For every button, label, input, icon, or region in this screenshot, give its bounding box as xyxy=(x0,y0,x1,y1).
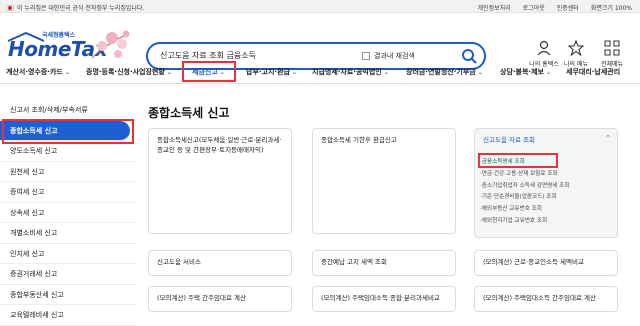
sublist-expense-rate[interactable]: 기준·단순경비율(업종코드) 조회 xyxy=(480,192,569,204)
highlight-box-nav xyxy=(182,61,236,82)
star-icon xyxy=(568,40,584,56)
side-item-securities-tax[interactable]: 증권거래세 신고 xyxy=(0,264,136,285)
side-item-transfer-tax[interactable]: 양도소득세 신고 xyxy=(0,141,136,162)
side-item-stamp-tax[interactable]: 인지세 신고 xyxy=(0,244,136,264)
nav-consultation[interactable]: 상담·불복·제보 ⌄ xyxy=(500,67,551,77)
sublist-sme-reduction[interactable]: 중소기업취업자 소득세 감면명세 조회 xyxy=(480,181,570,193)
nav-tax-agent[interactable]: 세무대리·납세관리 xyxy=(566,67,620,77)
user-icon xyxy=(537,40,551,56)
side-item-consumption-tax[interactable]: 개별소비세 신고 xyxy=(0,223,136,244)
top-links: 개인정보처리 로그아웃 인증센터 화면크기 100% xyxy=(478,3,632,12)
flag-icon xyxy=(6,5,14,11)
card-mock-deemed-rent[interactable]: (모의계산) 주택 간주임대료 계산 xyxy=(148,286,292,312)
top-bar: 이 누리집은 대한민국 공식 전자정부 누리집입니다. 개인정보처리 로그아웃 … xyxy=(0,0,640,13)
chevron-down-icon: ⌄ xyxy=(64,69,70,76)
side-item-inheritance-tax[interactable]: 상속세 신고 xyxy=(0,203,136,223)
privacy-link[interactable]: 개인정보처리 xyxy=(478,3,511,12)
sublist-overseas-company[interactable]: 해외현지기업 교유번호 조회 xyxy=(480,216,569,228)
card-mock-religious-compare[interactable]: (모의계산) 근로·종교인소득 세액비교 xyxy=(474,250,618,276)
card-late-refund-filing[interactable]: 종합소득세 기한후 환급신고 xyxy=(312,128,456,234)
hometax-logo[interactable]: 국세청홈택스 HomeTax xyxy=(4,28,134,68)
chevron-down-icon: ⌄ xyxy=(166,69,172,76)
chevron-down-icon: ⌄ xyxy=(383,69,389,76)
refine-search-label: 결과내 재검색 xyxy=(374,52,415,60)
search-input[interactable]: 신고도움 자료 조회 금융소득 xyxy=(160,50,256,61)
side-item-property-tax[interactable]: 종합부동산세 신고 xyxy=(0,285,136,305)
card-interim-prepayment[interactable]: 중간예납 고지 세액 조회 xyxy=(312,250,456,276)
nav-incentive[interactable]: 장려금·연말정산·기부금 ⌄ xyxy=(406,67,483,77)
highlight-box-sublist xyxy=(478,153,558,168)
grid-menu-icon xyxy=(604,40,620,56)
card-filing-help-service[interactable]: 신고도움 서비스 xyxy=(148,250,292,276)
nav-payment[interactable]: 납부·고지·환급 ⌄ xyxy=(246,67,297,77)
gov-notice: 이 누리집은 대한민국 공식 전자정부 누리집입니다. xyxy=(6,3,144,12)
main-navigation: 계산서·영수증·카드 ⌄ 증명·등록·신청·사업장현황 ⌄ 세금신고 ⌄ 납부·고지·… xyxy=(0,61,640,84)
nav-certificate[interactable]: 증명·등록·신청·사업장현황 ⌄ xyxy=(86,67,172,77)
highlight-box-side xyxy=(2,119,134,144)
cert-center-link[interactable]: 인증센터 xyxy=(557,3,579,12)
side-item-gift-tax[interactable]: 증여세 신고 xyxy=(0,182,136,203)
card-mock-rental-deemed[interactable]: (모의계산) 주택임대소득 간주임대료 계산 xyxy=(474,286,618,312)
nav-payment-statement[interactable]: 지급명세·자료·공익법인 ⌄ xyxy=(312,67,389,77)
chevron-down-icon: ⌄ xyxy=(545,69,551,76)
sublist-insurance[interactable]: 연금·건강·고용·산재 보험료 조회 xyxy=(480,169,569,181)
card-income-tax-filing[interactable]: 종합소득세신고(모두채움·일반·근로·분리과세·종교인 등 및 간편장부·토지등… xyxy=(148,128,292,234)
sublist-overseas-property[interactable]: 해외부동산 교유번호 조회 xyxy=(480,204,569,216)
card-mock-rental-compare[interactable]: (모의계산) 주택임대소득 종합·분리과세비교 xyxy=(312,286,456,312)
zoom-control[interactable]: 화면크기 100% xyxy=(591,3,632,12)
chevron-up-icon: ⌃ xyxy=(605,134,611,142)
side-menu: 신고서 조회/삭제/부속서류 종합소득세 신고 양도소득세 신고 원천세 신고 … xyxy=(0,100,136,326)
nav-invoice[interactable]: 계산서·영수증·카드 ⌄ xyxy=(6,67,70,77)
chevron-down-icon: ⌄ xyxy=(291,69,297,76)
page-title: 종합소득세 신고 xyxy=(148,106,230,120)
refine-search-checkbox[interactable] xyxy=(362,52,370,60)
side-item-return-lookup[interactable]: 신고서 조회/삭제/부속서류 xyxy=(0,100,136,121)
chevron-down-icon: ⌄ xyxy=(477,69,483,76)
side-item-withholding-tax[interactable]: 원천세 신고 xyxy=(0,162,136,182)
logout-link[interactable]: 로그아웃 xyxy=(523,3,545,12)
search-icon[interactable] xyxy=(460,47,478,65)
cherry-blossom-icon xyxy=(91,30,130,59)
header: 국세청홈택스 HomeTax 신고도움 자료 조회 금융소득 결과내 재검색 나… xyxy=(0,14,640,70)
side-item-education-tax[interactable]: 교육텔레비세 신고 xyxy=(0,305,136,326)
